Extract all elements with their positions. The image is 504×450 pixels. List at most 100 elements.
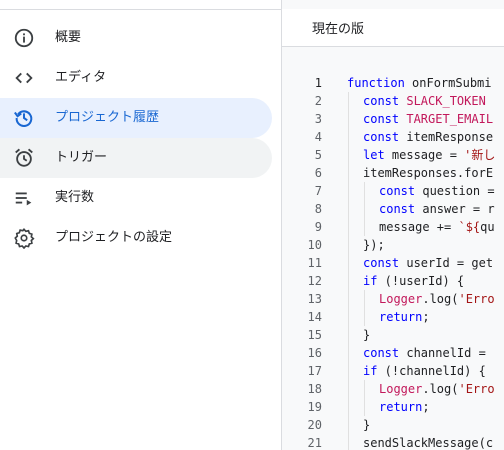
indent-guide bbox=[348, 182, 349, 200]
code-token: return bbox=[379, 310, 423, 324]
code-token: if bbox=[363, 364, 378, 378]
indent-guide bbox=[364, 182, 365, 200]
code-token: const bbox=[379, 184, 416, 198]
code-line: 21 sendSlackMessage(c bbox=[282, 434, 504, 450]
code-token: const bbox=[363, 130, 400, 144]
indent-guide bbox=[348, 272, 349, 290]
code-token: } bbox=[363, 328, 371, 342]
code-text: const question = bbox=[379, 182, 495, 200]
code-token: channelId = bbox=[399, 346, 486, 360]
code-line: 10}); bbox=[282, 236, 504, 254]
code-text: sendSlackMessage(c bbox=[363, 434, 493, 450]
indent-guide bbox=[348, 164, 349, 182]
code-token: 'Erro bbox=[458, 382, 495, 396]
code-token: function bbox=[347, 76, 405, 90]
code-token: const bbox=[363, 346, 400, 360]
line-number: 13 bbox=[307, 292, 322, 306]
sidebar-item-overview[interactable]: 概要 bbox=[0, 18, 272, 58]
code-line: 15} bbox=[282, 326, 504, 344]
code-line: 8 const answer = r bbox=[282, 200, 504, 218]
indent-guide bbox=[348, 416, 349, 434]
sidebar-item-label: エディタ bbox=[55, 70, 107, 85]
code-token: TARGET_EMAIL bbox=[406, 112, 494, 126]
line-number: 19 bbox=[307, 400, 322, 414]
code-text: let message = '新し bbox=[363, 146, 495, 164]
code-token: return bbox=[379, 400, 423, 414]
code-token: } bbox=[363, 418, 371, 432]
indent-guide bbox=[364, 380, 365, 398]
code-line: 3 const TARGET_EMAIL bbox=[282, 110, 504, 128]
page-title: 現在の版 bbox=[312, 22, 365, 37]
code-line: 16 const channelId = bbox=[282, 344, 504, 362]
code-token: onFormSubmi bbox=[404, 76, 492, 90]
code-token: qu bbox=[480, 220, 495, 234]
sidebar-item-label: トリガー bbox=[55, 150, 108, 165]
code-token: message = bbox=[384, 148, 465, 162]
sidebar-item-project-history[interactable]: プロジェクト履歴 bbox=[0, 98, 272, 138]
code-token: itemResponse bbox=[399, 130, 494, 144]
sidebar-item-project-settings[interactable]: プロジェクトの設定 bbox=[0, 218, 272, 258]
line-number: 15 bbox=[307, 328, 322, 342]
indent-guide bbox=[348, 362, 349, 380]
code-text: const SLACK_TOKEN bbox=[363, 92, 486, 110]
code-token: message += bbox=[379, 220, 459, 234]
code-text: message += `${qu bbox=[379, 218, 495, 236]
line-number: 11 bbox=[307, 256, 322, 270]
code-icon bbox=[13, 67, 35, 89]
code-line: 5 let message = '新し bbox=[282, 146, 504, 164]
indent-guide bbox=[348, 326, 349, 344]
code-text: if (!channelId) { bbox=[363, 362, 486, 380]
code-token: (!userId) { bbox=[377, 274, 465, 288]
code-token: ; bbox=[422, 400, 430, 414]
code-token: }); bbox=[363, 238, 385, 252]
line-number: 12 bbox=[307, 274, 322, 288]
code-text: }); bbox=[363, 236, 385, 254]
code-text: Logger.log('Erro bbox=[379, 290, 495, 308]
indent-guide bbox=[364, 398, 365, 416]
line-number: 1 bbox=[314, 76, 322, 90]
line-number: 21 bbox=[307, 436, 322, 450]
indent-guide bbox=[348, 290, 349, 308]
sidebar-item-executions[interactable]: 実行数 bbox=[0, 178, 272, 218]
code-line: 11 const userId = get bbox=[282, 254, 504, 272]
indent-guide bbox=[348, 236, 349, 254]
code-token: const bbox=[379, 202, 416, 216]
sidebar-item-editor[interactable]: エディタ bbox=[0, 58, 272, 98]
indent-guide bbox=[348, 344, 349, 362]
code-token: const bbox=[363, 256, 400, 270]
indent-guide bbox=[348, 434, 349, 450]
indent-guide bbox=[348, 110, 349, 128]
line-number: 2 bbox=[314, 94, 322, 108]
code-token: const bbox=[363, 112, 400, 126]
sidebar-item-label: 概要 bbox=[55, 30, 82, 45]
gear-icon bbox=[13, 227, 35, 250]
code-line: 13 Logger.log('Erro bbox=[282, 290, 504, 308]
code-line: 20} bbox=[282, 416, 504, 434]
indent-guide bbox=[348, 146, 349, 164]
code-token: const bbox=[363, 94, 400, 108]
code-token: Logger bbox=[379, 382, 423, 396]
indent-guide bbox=[364, 290, 365, 308]
indent-guide bbox=[348, 128, 349, 146]
code-text: return; bbox=[379, 308, 430, 326]
code-line: 7 const question = bbox=[282, 182, 504, 200]
alarm-icon bbox=[13, 147, 35, 169]
code-text: const itemResponse bbox=[363, 128, 493, 146]
info-icon bbox=[13, 27, 35, 49]
indent-guide bbox=[348, 380, 349, 398]
indent-guide bbox=[348, 218, 349, 236]
line-number: 8 bbox=[314, 202, 322, 216]
code-text: function onFormSubmi bbox=[347, 74, 492, 92]
code-token: if bbox=[363, 274, 378, 288]
code-line: 4 const itemResponse bbox=[282, 128, 504, 146]
code-token: userId = get bbox=[399, 256, 494, 270]
indent-guide bbox=[348, 398, 349, 416]
line-number: 3 bbox=[314, 112, 322, 126]
code-token: (!channelId) { bbox=[377, 364, 486, 378]
line-number: 4 bbox=[314, 130, 322, 144]
sidebar-item-triggers[interactable]: トリガー bbox=[0, 138, 272, 178]
line-number: 9 bbox=[314, 220, 322, 234]
indent-guide bbox=[348, 92, 349, 110]
sidebar-item-label: 実行数 bbox=[55, 190, 95, 205]
line-number: 10 bbox=[307, 238, 322, 252]
